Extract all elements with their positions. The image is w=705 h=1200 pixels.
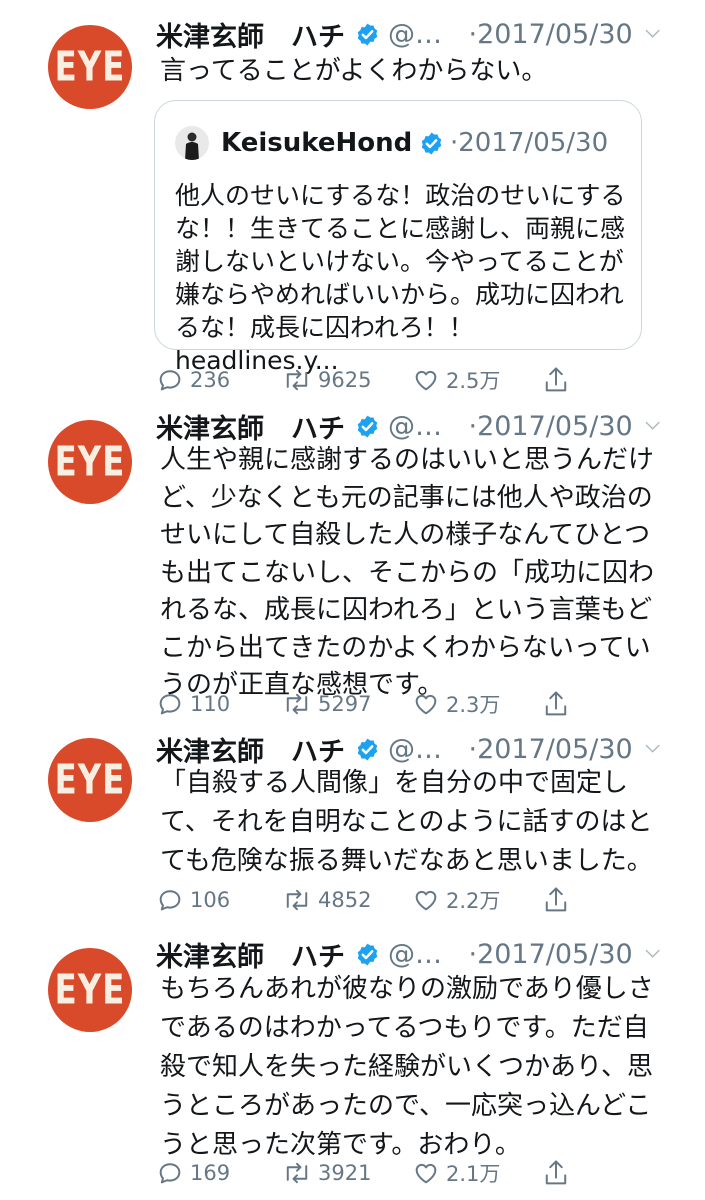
avatar[interactable]: EYE <box>48 738 132 822</box>
avatar-logo-text: EYE <box>54 966 126 1014</box>
tweet-text: もちろんあれが彼なりの激励であり優しさであるのはわかってるつもりです。ただ自殺で… <box>160 974 654 1160</box>
share-button[interactable] <box>542 686 570 722</box>
verified-badge-icon <box>357 738 378 760</box>
like-count: 2.5万 <box>446 369 501 393</box>
quoted-tweet-text: 他人のせいにするな！政治のせいにするな！！生きてることに感謝し、両親に感謝しない… <box>175 181 626 375</box>
like-count: 2.1万 <box>446 1162 501 1186</box>
quoted-tweet-header: KeisukeHonda(··· ·2017/05/30 <box>175 123 608 163</box>
tweet-date[interactable]: ·2017/05/30 <box>468 411 632 442</box>
retweet-icon <box>286 369 308 391</box>
like-count: 2.2万 <box>446 889 501 913</box>
chevron-down-icon[interactable] <box>645 742 660 756</box>
reply-button[interactable]: 106 <box>156 882 230 918</box>
retweet-icon <box>286 889 308 911</box>
retweet-button[interactable]: 4852 <box>282 882 371 918</box>
reply-button[interactable]: 110 <box>156 686 230 722</box>
verified-badge-icon <box>357 943 378 965</box>
share-icon <box>545 691 567 716</box>
avatar-logo-text: EYE <box>54 756 126 804</box>
tweet-actions: 236 9625 2.5万 <box>156 362 596 398</box>
quoted-display-name[interactable]: KeisukeHonda(··· <box>221 128 411 158</box>
retweet-count: 4852 <box>318 888 372 912</box>
avatar[interactable]: EYE <box>48 420 132 504</box>
reply-icon <box>159 1163 181 1184</box>
reply-count: 106 <box>190 888 231 912</box>
verified-badge-icon <box>357 415 378 437</box>
display-name[interactable]: 米津玄師 ハチ <box>156 935 345 974</box>
tweet-header: 米津玄師 ハチ @hac... ·2017/05/30 <box>156 934 660 974</box>
reply-icon <box>159 694 181 715</box>
share-button[interactable] <box>542 1155 570 1191</box>
quoted-avatar <box>175 126 209 160</box>
user-handle[interactable]: @hac... <box>388 939 458 970</box>
display-name[interactable]: 米津玄師 ハチ <box>156 407 345 446</box>
chevron-down-icon[interactable] <box>645 947 660 961</box>
retweet-icon <box>286 693 308 715</box>
tweet-date[interactable]: ·2017/05/30 <box>468 939 632 970</box>
user-handle[interactable]: @hac... <box>388 411 458 442</box>
quoted-tweet-date[interactable]: ·2017/05/30 <box>450 128 608 158</box>
share-icon <box>545 887 567 912</box>
tweet-date[interactable]: ·2017/05/30 <box>468 19 632 50</box>
display-name[interactable]: 米津玄師 ハチ <box>156 730 345 769</box>
heart-icon <box>415 370 437 391</box>
avatar-logo-text: EYE <box>54 43 126 91</box>
reply-icon <box>159 890 181 911</box>
reply-icon <box>159 370 181 391</box>
heart-icon <box>415 890 437 911</box>
tweet-date[interactable]: ·2017/05/30 <box>468 734 632 765</box>
reply-button[interactable]: 169 <box>156 1155 230 1191</box>
tweet-header: 米津玄師 ハチ @hac... ·2017/05/30 <box>156 406 660 446</box>
like-button[interactable]: 2.2万 <box>412 882 500 918</box>
quoted-tweet[interactable]: KeisukeHonda(··· ·2017/05/30 他人のせいにするな！政… <box>154 100 642 375</box>
heart-icon <box>415 694 437 715</box>
reply-count: 110 <box>190 692 231 716</box>
reply-button[interactable]: 236 <box>156 362 230 398</box>
like-count: 2.3万 <box>446 693 501 717</box>
verified-badge-icon <box>421 132 442 154</box>
share-icon <box>545 1160 567 1185</box>
retweet-count: 9625 <box>318 368 372 392</box>
retweet-icon <box>286 1162 308 1184</box>
user-handle[interactable]: @hac... <box>388 734 458 765</box>
tweet-actions: 110 5297 2.3万 <box>156 686 596 722</box>
avatar[interactable]: EYE <box>48 25 132 109</box>
like-button[interactable]: 2.5万 <box>412 362 500 398</box>
chevron-down-icon[interactable] <box>645 419 660 433</box>
share-icon <box>545 367 567 392</box>
tweet-header: 米津玄師 ハチ @hac... ·2017/05/30 <box>156 729 660 769</box>
chevron-down-icon[interactable] <box>645 27 660 41</box>
retweet-button[interactable]: 9625 <box>282 362 371 398</box>
retweet-button[interactable]: 5297 <box>282 686 371 722</box>
share-button[interactable] <box>542 362 570 398</box>
tweet-text: 人生や親に感謝するのはいいと思うんだけど、少なくとも元の記事には他人や政治のせい… <box>160 445 655 700</box>
tweet-text: 言ってることがよくわからない。 <box>160 56 548 86</box>
avatar[interactable]: EYE <box>48 948 132 1032</box>
like-button[interactable]: 2.1万 <box>412 1155 500 1191</box>
retweet-count: 5297 <box>318 692 372 716</box>
share-button[interactable] <box>542 882 570 918</box>
retweet-count: 3921 <box>318 1161 372 1185</box>
tweet-actions: 106 4852 2.2万 <box>156 882 596 918</box>
user-handle[interactable]: @hac... <box>388 19 458 50</box>
heart-icon <box>415 1163 437 1184</box>
reply-count: 236 <box>190 368 231 392</box>
display-name[interactable]: 米津玄師 ハチ <box>156 15 345 54</box>
retweet-button[interactable]: 3921 <box>282 1155 371 1191</box>
tweet-header: 米津玄師 ハチ @hac... ·2017/05/30 <box>156 14 660 54</box>
reply-count: 169 <box>190 1161 231 1185</box>
person-icon <box>185 132 199 160</box>
avatar-logo-text: EYE <box>54 438 126 486</box>
tweet-text: 「自殺する人間像」を自分の中で固定して、それを自明なことのように話すのはとても危… <box>160 768 653 876</box>
verified-badge-icon <box>357 23 378 45</box>
like-button[interactable]: 2.3万 <box>412 686 500 722</box>
tweet-actions: 169 3921 2.1万 <box>156 1155 596 1191</box>
